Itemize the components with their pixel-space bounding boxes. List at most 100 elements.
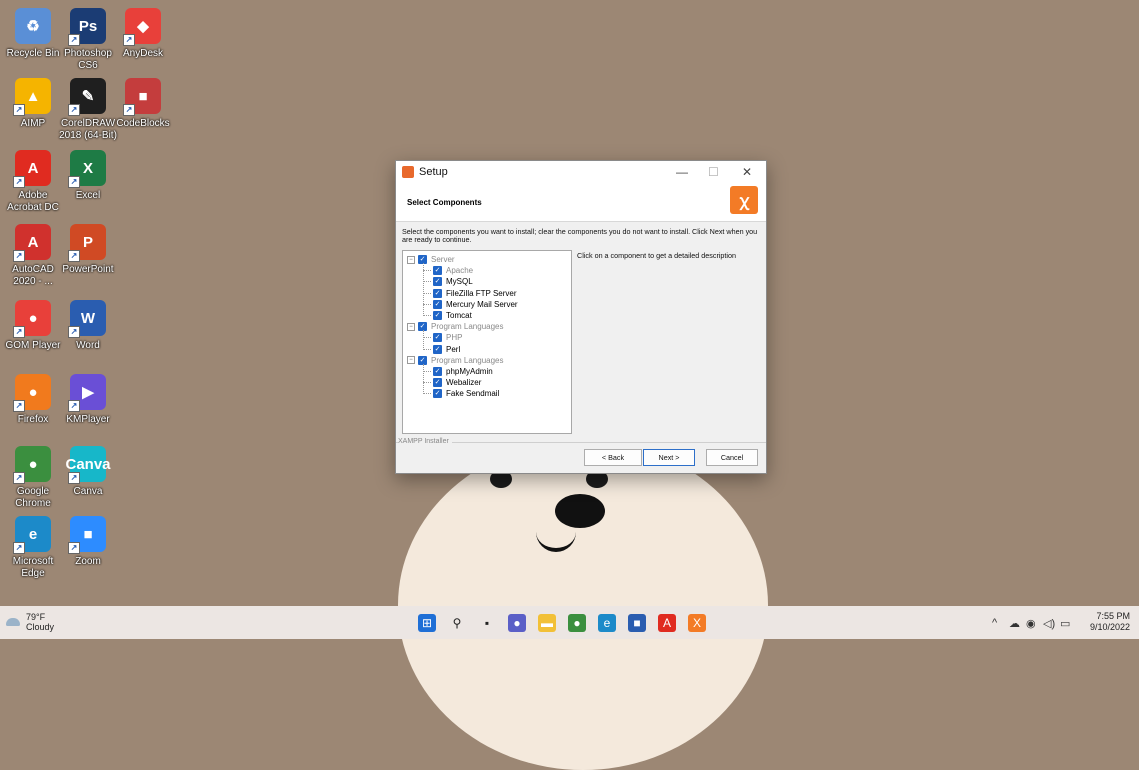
taskbar-edge-icon[interactable]: e bbox=[598, 614, 616, 632]
checkbox[interactable]: ✓ bbox=[433, 277, 442, 287]
checkbox[interactable]: ✓ bbox=[433, 333, 442, 343]
components-tree[interactable]: − ✓ Server ✓ Apache ✓ MySQL ✓ FileZilla FTP Serv… bbox=[402, 250, 572, 434]
desktop-icon-autocad-2020[interactable]: A ↗ AutoCAD 2020 - ... bbox=[4, 224, 62, 288]
checkbox[interactable]: ✓ bbox=[433, 389, 442, 399]
desktop-icon-canva[interactable]: Canva ↗ Canva bbox=[59, 446, 117, 498]
desktop-icon-firefox[interactable]: ● ↗ Firefox bbox=[4, 374, 62, 426]
collapse-icon[interactable]: − bbox=[407, 255, 415, 264]
desktop-icon-label: Microsoft Edge bbox=[12, 556, 54, 579]
desktop-icon-label: Google Chrome bbox=[15, 486, 51, 509]
taskbar-search-icon[interactable]: ⚲ bbox=[448, 614, 466, 632]
checkbox[interactable]: ✓ bbox=[433, 266, 442, 276]
desktop-icon-codeblocks[interactable]: ■ ↗ CodeBlocks bbox=[114, 78, 172, 130]
page-title: Select Components bbox=[407, 198, 482, 207]
app-icon: ● ↗ bbox=[13, 300, 51, 338]
taskbar-acrobat-icon[interactable]: A bbox=[658, 614, 676, 632]
installer-label: XAMPP Installer bbox=[398, 438, 452, 445]
tree-item-mercury-mail-server[interactable]: ✓ Mercury Mail Server bbox=[423, 299, 518, 310]
app-icon: P ↗ bbox=[68, 224, 106, 262]
app-icon: X ↗ bbox=[68, 150, 106, 188]
tree-item-perl[interactable]: ✓ Perl bbox=[423, 344, 461, 355]
tree-connector bbox=[423, 348, 431, 350]
tree-connector bbox=[423, 270, 431, 272]
component-description: Click on a component to get a detailed d… bbox=[577, 251, 737, 260]
taskbar-start-button-icon[interactable]: ⊞ bbox=[418, 614, 436, 632]
shortcut-arrow-icon: ↗ bbox=[68, 400, 80, 412]
tree-item-server[interactable]: − ✓ Server bbox=[407, 254, 455, 265]
tree-item-program-languages[interactable]: − ✓ Program Languages bbox=[407, 355, 504, 366]
desktop-icon-google-chrome[interactable]: ● ↗ Google Chrome bbox=[4, 446, 62, 510]
checkbox[interactable]: ✓ bbox=[433, 367, 442, 376]
desktop-icon-recycle-bin[interactable]: ♻ Recycle Bin bbox=[4, 8, 62, 60]
taskbar-xampp-icon[interactable]: X bbox=[688, 614, 706, 632]
tray-overflow-icon[interactable]: ^ bbox=[992, 617, 997, 629]
weather-desc: Cloudy bbox=[26, 622, 55, 632]
desktop-icon-coreldraw-2018-64-bit[interactable]: ✎ ↗ CorelDRAW 2018 (64-Bit) bbox=[59, 78, 117, 142]
battery-icon[interactable]: ▭ bbox=[1060, 617, 1070, 630]
title-bar[interactable]: Setup — ☐ ✕ bbox=[396, 161, 766, 183]
desktop-icon-aimp[interactable]: ▲ ↗ AIMP bbox=[4, 78, 62, 130]
cancel-button[interactable]: Cancel bbox=[706, 449, 758, 466]
tree-item-program-languages[interactable]: − ✓ Program Languages bbox=[407, 321, 504, 332]
taskbar-chrome-icon[interactable]: ● bbox=[568, 614, 586, 632]
onedrive-icon[interactable]: ☁ bbox=[1009, 617, 1020, 630]
tree-item-php[interactable]: ✓ PHP bbox=[423, 332, 462, 343]
shortcut-arrow-icon: ↗ bbox=[68, 34, 80, 46]
instructions-text: Select the components you want to instal… bbox=[402, 227, 758, 244]
clock[interactable]: 7:55 PM 9/10/2022 bbox=[1090, 611, 1130, 633]
tree-item-filezilla-ftp-server[interactable]: ✓ FileZilla FTP Server bbox=[423, 288, 517, 299]
shortcut-arrow-icon: ↗ bbox=[123, 104, 135, 116]
desktop-icon-zoom[interactable]: ■ ↗ Zoom bbox=[59, 516, 117, 568]
desktop-icon-microsoft-edge[interactable]: e ↗ Microsoft Edge bbox=[4, 516, 62, 580]
checkbox[interactable]: ✓ bbox=[433, 311, 442, 320]
wifi-icon[interactable]: ◉ bbox=[1026, 617, 1036, 630]
volume-icon[interactable]: ◁) bbox=[1043, 617, 1055, 630]
desktop-icon-label: Photoshop CS6 bbox=[64, 48, 112, 71]
shortcut-arrow-icon: ↗ bbox=[13, 104, 25, 116]
app-icon: ● ↗ bbox=[13, 446, 51, 484]
desktop-icon-label: KMPlayer bbox=[66, 414, 110, 425]
tree-connector bbox=[423, 303, 431, 305]
collapse-icon[interactable]: − bbox=[407, 356, 415, 365]
tree-connector bbox=[423, 371, 431, 372]
checkbox[interactable]: ✓ bbox=[433, 288, 442, 298]
tree-item-fake-sendmail[interactable]: ✓ Fake Sendmail bbox=[423, 388, 499, 399]
back-button[interactable]: < Back bbox=[584, 449, 642, 466]
taskbar-chat-icon[interactable]: ● bbox=[508, 614, 526, 632]
tree-item-mysql[interactable]: ✓ MySQL bbox=[423, 276, 473, 287]
desktop-icon-powerpoint[interactable]: P ↗ PowerPoint bbox=[59, 224, 117, 276]
tree-item-label: Server bbox=[431, 255, 455, 264]
taskbar-file-explorer-icon[interactable]: ▬ bbox=[538, 614, 556, 632]
desktop-icon-gom-player[interactable]: ● ↗ GOM Player bbox=[4, 300, 62, 352]
wallpaper-nose bbox=[555, 494, 605, 528]
maximize-button[interactable]: ☐ bbox=[708, 165, 719, 179]
desktop-icon-excel[interactable]: X ↗ Excel bbox=[59, 150, 117, 202]
weather-widget[interactable]: 79°F Cloudy bbox=[6, 612, 54, 632]
taskbar-store-icon[interactable]: ■ bbox=[628, 614, 646, 632]
tree-item-apache[interactable]: ✓ Apache bbox=[423, 265, 473, 276]
desktop-icon-word[interactable]: W ↗ Word bbox=[59, 300, 117, 352]
app-icon: ● ↗ bbox=[13, 374, 51, 412]
desktop-icon-kmplayer[interactable]: ▶ ↗ KMPlayer bbox=[59, 374, 117, 426]
taskbar-task-view-icon[interactable]: ▪ bbox=[478, 614, 496, 632]
minimize-button[interactable]: — bbox=[676, 165, 688, 179]
desktop-icon-label: AutoCAD 2020 - ... bbox=[12, 264, 54, 287]
wizard-header: Select Components ꭓ bbox=[396, 183, 766, 222]
checkbox[interactable]: ✓ bbox=[433, 299, 442, 309]
desktop-icon-photoshop-cs6[interactable]: Ps ↗ Photoshop CS6 bbox=[59, 8, 117, 72]
checkbox[interactable]: ✓ bbox=[433, 378, 442, 388]
tree-item-webalizer[interactable]: ✓ Webalizer bbox=[423, 377, 481, 388]
app-icon: ■ ↗ bbox=[68, 516, 106, 554]
tree-item-label: Perl bbox=[446, 344, 461, 354]
tree-connector bbox=[423, 330, 424, 350]
desktop-icon-anydesk[interactable]: ◆ ↗ AnyDesk bbox=[114, 8, 172, 60]
next-button[interactable]: Next > bbox=[643, 449, 695, 466]
desktop-icon-label: Excel bbox=[75, 190, 101, 201]
tree-item-phpmyadmin[interactable]: ✓ phpMyAdmin bbox=[423, 366, 493, 377]
checkbox[interactable]: ✓ bbox=[433, 344, 442, 354]
desktop-icon-adobe-acrobat-dc[interactable]: A ↗ Adobe Acrobat DC bbox=[4, 150, 62, 214]
shortcut-arrow-icon: ↗ bbox=[68, 472, 80, 484]
tree-item-tomcat[interactable]: ✓ Tomcat bbox=[423, 310, 472, 321]
close-button[interactable]: ✕ bbox=[742, 165, 752, 179]
collapse-icon[interactable]: − bbox=[407, 322, 415, 331]
